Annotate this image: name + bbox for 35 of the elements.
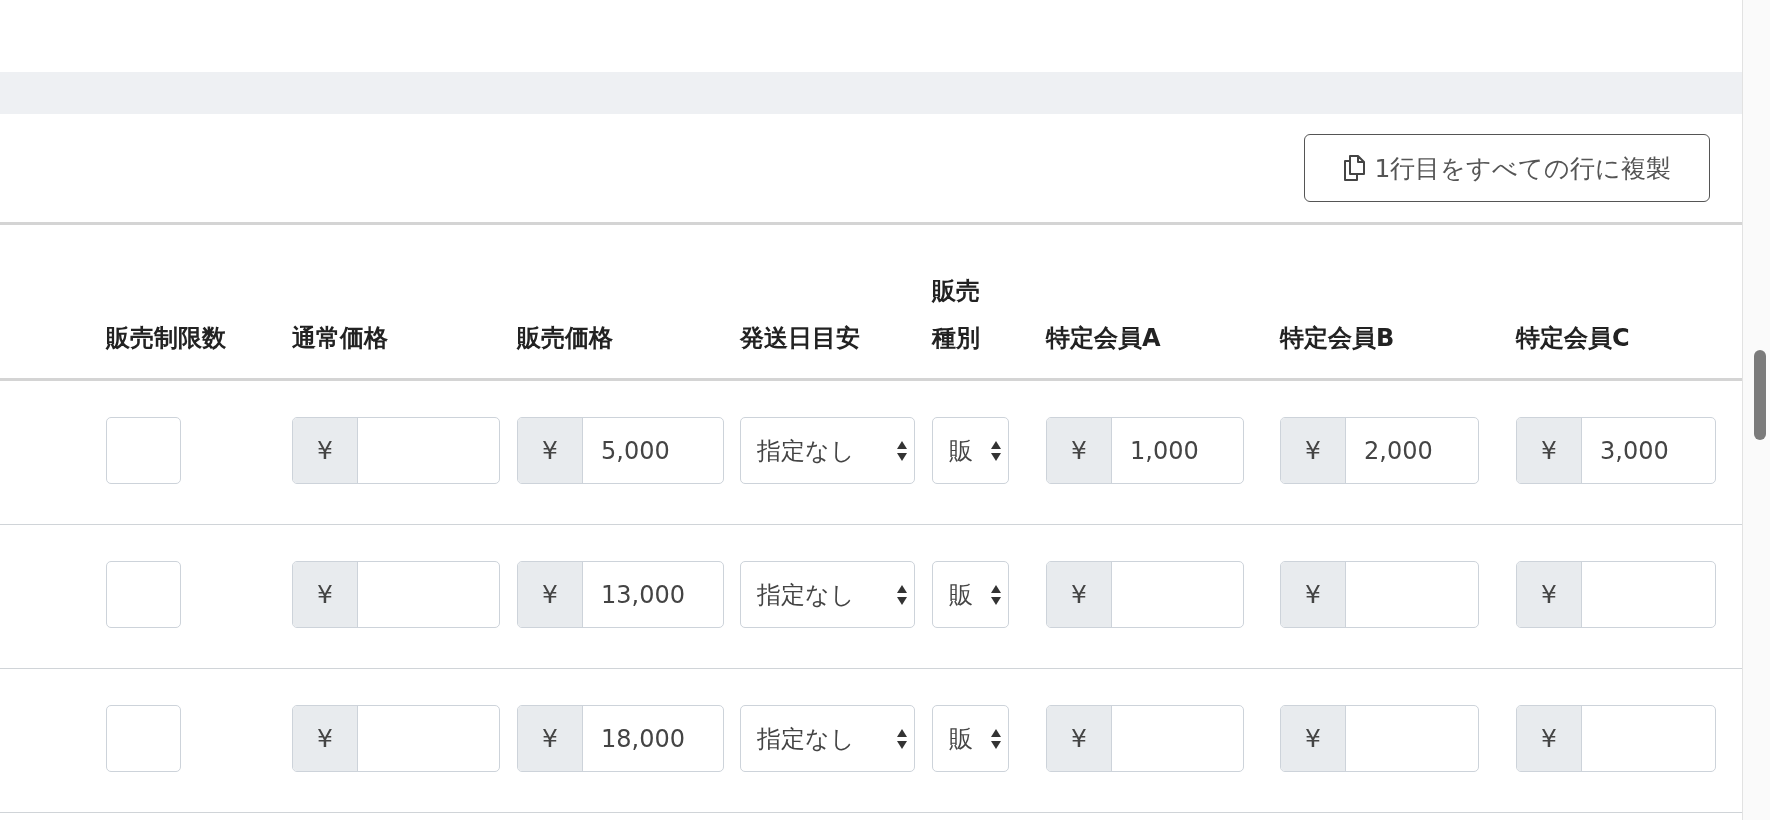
price-field[interactable]: ¥ 5,000 [517,417,724,484]
column-header: 発送日目安 [740,323,860,354]
price-field[interactable]: ¥ 3,000 [1516,417,1716,484]
price-field[interactable]: ¥ [1516,705,1716,772]
price-field[interactable]: ¥ [1280,705,1479,772]
column-header: 販売価格 [517,323,613,354]
column-header: 通常価格 [292,323,388,354]
limit-input[interactable] [106,561,181,628]
scrollbar-thumb[interactable] [1754,350,1766,440]
column-header: 販売種別 [932,276,981,354]
column-header: 販売制限数 [106,323,226,354]
price-field[interactable]: ¥ 13,000 [517,561,724,628]
column-header: 特定会員B [1280,323,1395,354]
price-field[interactable]: ¥ [1516,561,1716,628]
limit-input[interactable] [106,705,181,772]
select-dropdown[interactable]: 販 [932,417,1009,484]
price-field[interactable]: ¥ [1280,561,1479,628]
select-dropdown[interactable]: 指定なし [740,561,915,628]
price-field[interactable]: ¥ [1046,705,1244,772]
column-header: 特定会員A [1046,323,1161,354]
price-field[interactable]: ¥ 18,000 [517,705,724,772]
select-dropdown[interactable]: 販 [932,705,1009,772]
price-field[interactable]: ¥ [1046,561,1244,628]
copy-icon [1342,155,1365,181]
limit-input[interactable] [106,417,181,484]
select-dropdown[interactable]: 指定なし [740,417,915,484]
price-field[interactable]: ¥ [292,417,500,484]
column-header: 特定会員C [1516,323,1630,354]
price-field[interactable]: ¥ 2,000 [1280,417,1479,484]
select-dropdown[interactable]: 販 [932,561,1009,628]
price-field[interactable]: ¥ [292,561,500,628]
select-dropdown[interactable]: 指定なし [740,705,915,772]
price-field[interactable]: ¥ [292,705,500,772]
price-field[interactable]: ¥ 1,000 [1046,417,1244,484]
copy-rows-button[interactable]: 1行目をすべての行に複製 [1304,134,1710,202]
